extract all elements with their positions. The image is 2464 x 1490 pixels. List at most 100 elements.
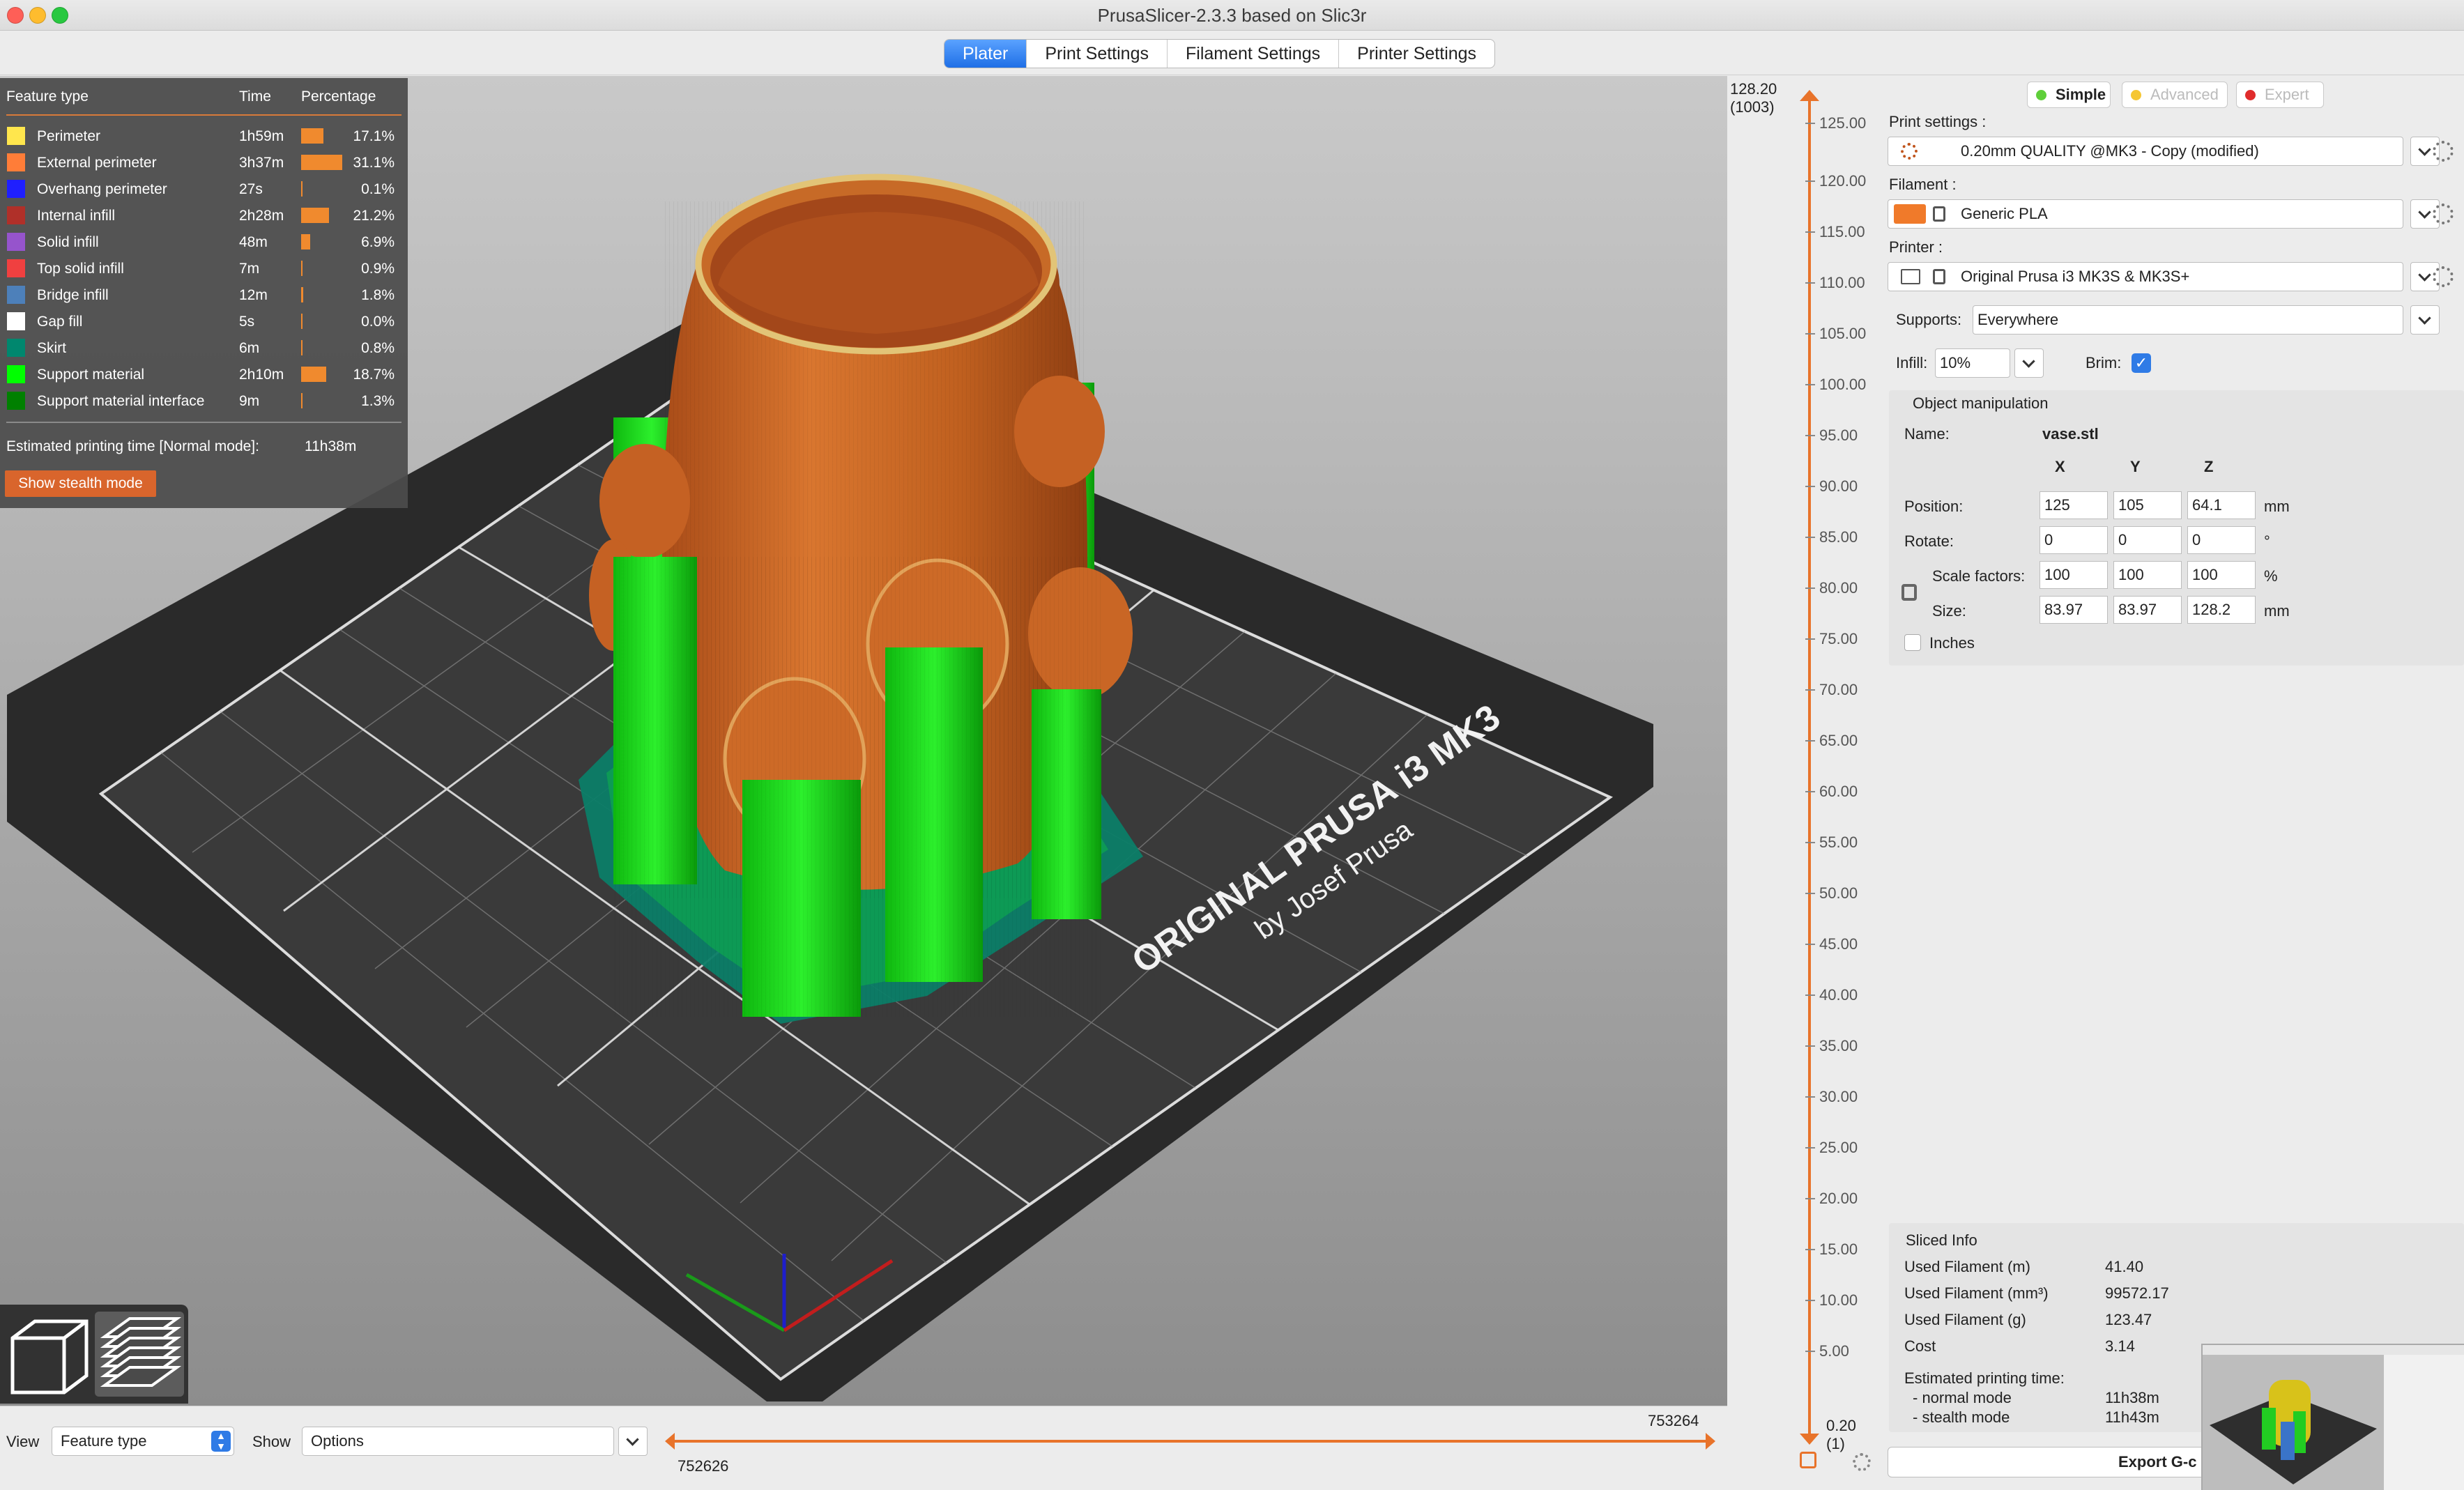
- position-label: Position:: [1904, 498, 1964, 515]
- layer-slider-track[interactable]: [1808, 101, 1811, 1434]
- layer-tick-label: 10.00: [1805, 1291, 1858, 1309]
- legend-row[interactable]: Support material 2h10m 18.7%: [0, 361, 408, 387]
- legend-feature-percentage: 31.1%: [353, 155, 395, 171]
- show-options-dropdown-button[interactable]: [618, 1427, 648, 1456]
- 3d-view-button[interactable]: [4, 1312, 93, 1397]
- object-manipulation-title: Object manipulation: [1913, 394, 2049, 412]
- scale-y-input[interactable]: 100: [2113, 561, 2182, 589]
- legend-row[interactable]: Internal infill 2h28m 21.2%: [0, 202, 408, 229]
- size-z-input[interactable]: 128.2: [2187, 596, 2256, 624]
- tab-print-settings[interactable]: Print Settings: [1027, 40, 1168, 68]
- infill-select[interactable]: 10%: [1935, 348, 2010, 378]
- legend-row[interactable]: External perimeter 3h37m 31.1%: [0, 149, 408, 176]
- legend-percentage-bar: [301, 367, 326, 382]
- layer-tick-label: 20.00: [1805, 1190, 1858, 1207]
- layer-top-value: 128.20: [1730, 80, 1777, 98]
- print-settings-select[interactable]: 0.20mm QUALITY @MK3 - Copy (modified): [1888, 137, 2403, 166]
- supports-select[interactable]: Everywhere: [1973, 305, 2403, 335]
- supports-dropdown[interactable]: [2410, 305, 2440, 335]
- printer-select[interactable]: Original Prusa i3 MK3S & MK3S+: [1888, 262, 2403, 291]
- tab-printer-settings[interactable]: Printer Settings: [1339, 40, 1494, 68]
- print-settings-gear-icon[interactable]: [2433, 141, 2454, 162]
- lock-icon: [1933, 269, 1945, 284]
- gear-icon[interactable]: [1853, 1453, 1871, 1471]
- layer-tick-label: 120.00: [1805, 172, 1867, 190]
- slider-left-thumb[interactable]: [665, 1433, 675, 1450]
- infill-label: Infill:: [1896, 354, 1928, 371]
- show-options-value: Options: [311, 1432, 364, 1450]
- view-type-value: Feature type: [61, 1432, 147, 1450]
- slider-right-thumb[interactable]: [1706, 1433, 1715, 1450]
- legend-color-swatch: [7, 339, 25, 357]
- rotate-z-input[interactable]: 0: [2187, 526, 2256, 554]
- sliced-info-value: 123.47: [2105, 1311, 2152, 1328]
- legend-feature-time: 1h59m: [239, 128, 284, 144]
- show-options-select[interactable]: Options: [302, 1427, 614, 1456]
- legend-row[interactable]: Top solid infill 7m 0.9%: [0, 255, 408, 282]
- layer-tick-label: 15.00: [1805, 1241, 1858, 1258]
- layer-top-thumb[interactable]: [1800, 90, 1819, 101]
- print-settings-label: Print settings :: [1889, 113, 1987, 130]
- advanced-mode-dot-icon: [2131, 90, 2141, 100]
- legend-row[interactable]: Gap fill 5s 0.0%: [0, 308, 408, 335]
- position-z-input[interactable]: 64.1: [2187, 491, 2256, 519]
- mode-simple-button[interactable]: Simple: [2027, 82, 2111, 108]
- legend-color-swatch: [7, 365, 25, 383]
- layer-view-button[interactable]: [95, 1312, 184, 1397]
- preview-bottom-bar: View Feature type ▲ ▼ Show Options 752626…: [0, 1406, 1727, 1490]
- mode-expert-button[interactable]: Expert: [2236, 82, 2324, 108]
- sliced-info-value: 41.40: [2105, 1258, 2144, 1275]
- rotate-x-input[interactable]: 0: [2040, 526, 2108, 554]
- printer-gear-icon[interactable]: [2433, 266, 2454, 287]
- show-stealth-mode-button[interactable]: Show stealth mode: [5, 470, 156, 497]
- legend-feature-time: 2h28m: [239, 208, 284, 224]
- rotate-y-input[interactable]: 0: [2113, 526, 2182, 554]
- estimate-label: Estimated printing time [Normal mode]:: [6, 438, 259, 454]
- legend-feature-time: 12m: [239, 287, 268, 303]
- show-label: Show: [252, 1433, 291, 1450]
- sliced-info-label: Used Filament (m): [1904, 1258, 2030, 1275]
- filament-gear-icon[interactable]: [2433, 203, 2454, 224]
- size-x-input[interactable]: 83.97: [2040, 596, 2108, 624]
- mode-advanced-label: Advanced: [2150, 86, 2219, 103]
- lock-icon[interactable]: [1800, 1452, 1816, 1468]
- position-y-input[interactable]: 105: [2113, 491, 2182, 519]
- layer-bottom-thumb[interactable]: [1800, 1434, 1819, 1445]
- window-title: PrusaSlicer-2.3.3 based on Slic3r: [1097, 5, 1367, 26]
- layer-tick-label: 95.00: [1805, 427, 1858, 444]
- printer-icon: [1901, 269, 1920, 284]
- stealth-mode-label: - stealth mode: [1913, 1408, 2010, 1426]
- legend-row[interactable]: Perimeter 1h59m 17.1%: [0, 123, 408, 149]
- mode-advanced-button[interactable]: Advanced: [2122, 82, 2228, 108]
- legend-feature-percentage: 0.0%: [361, 314, 395, 330]
- object-manipulation-panel: Object manipulation Name: vase.stl X Y Z…: [1889, 390, 2464, 666]
- filament-color-swatch: [1894, 204, 1926, 224]
- layer-tick-label: 25.00: [1805, 1139, 1858, 1156]
- legend-row[interactable]: Overhang perimeter 27s 0.1%: [0, 176, 408, 202]
- tab-filament-settings[interactable]: Filament Settings: [1168, 40, 1340, 68]
- infill-dropdown[interactable]: [2014, 348, 2044, 378]
- legend-row[interactable]: Bridge infill 12m 1.8%: [0, 282, 408, 308]
- filament-select[interactable]: Generic PLA: [1888, 199, 2403, 229]
- knob-disc: [1014, 376, 1105, 487]
- layer-top-index: (1003): [1730, 98, 1775, 116]
- position-x-input[interactable]: 125: [2040, 491, 2108, 519]
- updown-arrow-icon: ▲ ▼: [211, 1431, 231, 1452]
- scale-z-input[interactable]: 100: [2187, 561, 2256, 589]
- legend-feature-name: External perimeter: [37, 155, 157, 171]
- legend-row[interactable]: Support material interface 9m 1.3%: [0, 387, 408, 414]
- size-y-input[interactable]: 83.97: [2113, 596, 2182, 624]
- view-type-select[interactable]: Feature type ▲ ▼: [52, 1427, 234, 1456]
- scale-x-input[interactable]: 100: [2040, 561, 2108, 589]
- tab-plater[interactable]: Plater: [944, 40, 1027, 68]
- legend-feature-name: Overhang perimeter: [37, 181, 167, 197]
- horizontal-move-slider[interactable]: [668, 1440, 1713, 1443]
- legend-color-swatch: [7, 153, 25, 171]
- inches-checkbox[interactable]: [1904, 634, 1921, 651]
- lock-icon: [1933, 206, 1945, 222]
- brim-checkbox[interactable]: ✓: [2132, 353, 2151, 373]
- legend-row[interactable]: Solid infill 48m 6.9%: [0, 229, 408, 255]
- scale-lock-icon[interactable]: [1901, 584, 1917, 601]
- layer-tick-label: 5.00: [1805, 1342, 1849, 1360]
- legend-row[interactable]: Skirt 6m 0.8%: [0, 335, 408, 361]
